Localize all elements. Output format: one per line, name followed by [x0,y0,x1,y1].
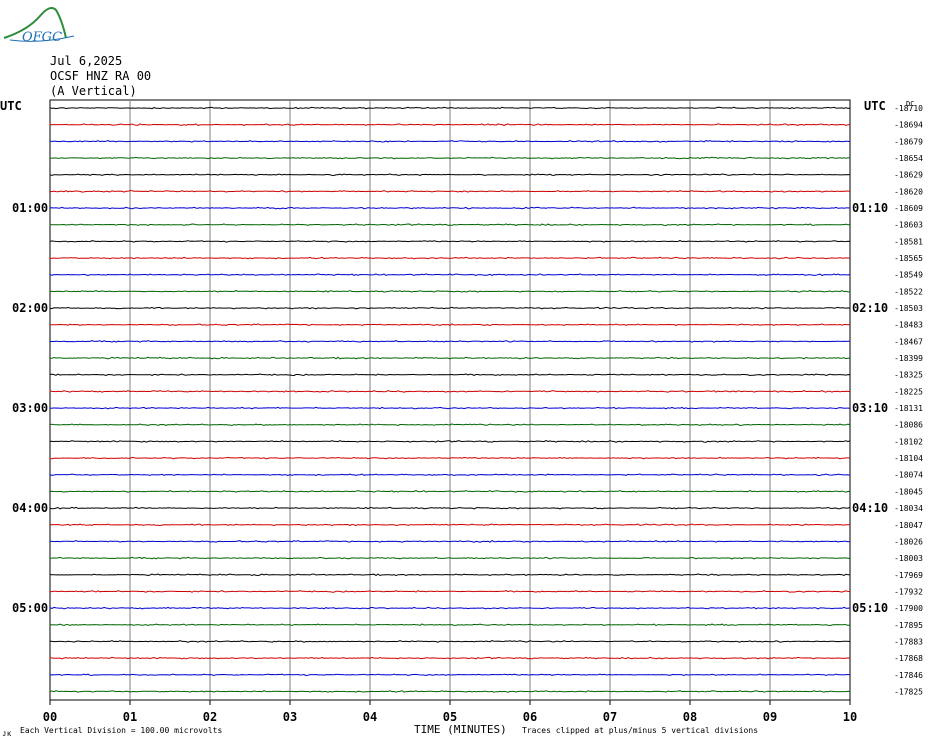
trace-offset-label: -17883 [894,637,923,646]
trace-offset-label: -18074 [894,471,923,480]
trace-offset-label: -17969 [894,571,923,580]
trace-offset-label: -18503 [894,304,923,313]
x-axis-label: TIME (MINUTES) [414,723,507,736]
x-tick-label: 01 [123,710,137,724]
clip-note: Traces clipped at plus/minus 5 vertical … [522,726,759,735]
trace-offset-label: -17868 [894,654,923,663]
right-hour-label: 02:10 [852,301,888,315]
trace-offset-label: -18603 [894,221,923,230]
right-hour-label: 01:10 [852,201,888,215]
trace-offset-label: -18102 [894,437,923,446]
left-hour-label: 04:00 [12,501,48,515]
trace-offset-label: -18581 [894,237,923,246]
right-hour-label: 04:10 [852,501,888,515]
x-tick-label: 00 [43,710,57,724]
trace-offset-label: -18679 [894,137,923,146]
x-tick-label: 10 [843,710,857,724]
right-hour-label: 03:10 [852,401,888,415]
left-axis-title: UTC [0,99,22,113]
trace-offset-label: -17932 [894,587,923,596]
trace-offset-label: -18467 [894,337,923,346]
left-hour-label: 01:00 [12,201,48,215]
x-tick-label: 05 [443,710,457,724]
x-tick-label: 02 [203,710,217,724]
x-tick-label: 09 [763,710,777,724]
trace-offset-label: -18654 [894,154,923,163]
right-corner-tag: DC [906,100,914,108]
right-axis-title: UTC [864,99,886,113]
trace-offset-label: -18609 [894,204,923,213]
x-tick-label: 04 [363,710,377,724]
trace-offset-label: -17846 [894,671,923,680]
trace-offset-label: -18104 [894,454,923,463]
trace-offset-label: -18483 [894,321,923,330]
trace-offset-label: -18522 [894,287,923,296]
trace-offset-label: -18086 [894,421,923,430]
left-hour-label: 05:00 [12,601,48,615]
left-hour-label: 03:00 [12,401,48,415]
corner-mark: ᴊᴋ [2,729,12,738]
scale-note: Each Vertical Division = 100.00 microvol… [20,726,223,735]
trace-offset-label: -18225 [894,387,923,396]
right-hour-label: 05:10 [852,601,888,615]
trace-offset-label: -18565 [894,254,923,263]
trace-offset-label: -17825 [894,687,923,696]
trace-offset-label: -18629 [894,171,923,180]
trace-offset-label: -18131 [894,404,923,413]
trace-offset-label: -18047 [894,521,923,530]
x-tick-label: 07 [603,710,617,724]
helicorder-plot: -18710-18694-18679-18654-18629-18620-186… [0,99,923,736]
trace-offset-label: -18549 [894,271,923,280]
trace-offset-label: -17900 [894,604,923,613]
x-tick-label: 03 [283,710,297,724]
trace-offset-label: -18620 [894,187,923,196]
x-tick-label: 06 [523,710,537,724]
left-hour-label: 02:00 [12,301,48,315]
trace-offset-label: -18694 [894,121,923,130]
trace-offset-label: -18045 [894,487,923,496]
trace-offset-label: -18034 [894,504,923,513]
trace-offset-label: -18026 [894,537,923,546]
trace-offset-label: -17895 [894,621,923,630]
trace-offset-label: -18399 [894,354,923,363]
trace-offset-label: -18325 [894,371,923,380]
x-tick-label: 08 [683,710,697,724]
trace-offset-label: -18003 [894,554,923,563]
